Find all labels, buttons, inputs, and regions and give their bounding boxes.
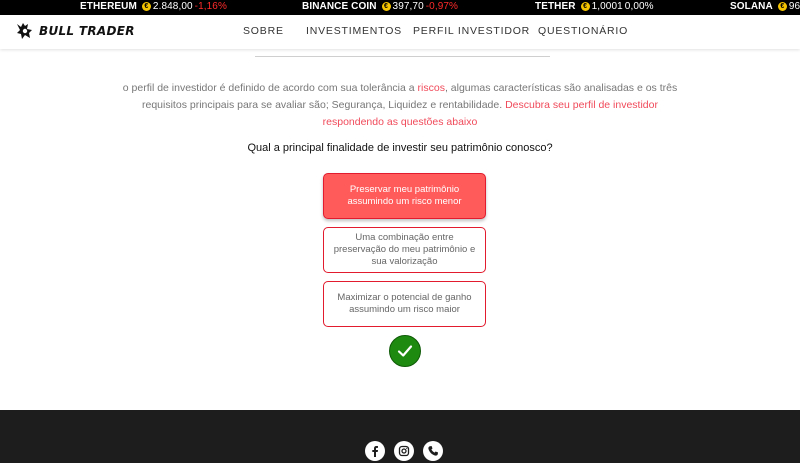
ticker-item-ethereum: ETHEREUM € 2.848,00 -1,16%	[80, 1, 227, 12]
answer-option-1[interactable]: Preservar meu patrimônio assumindo um ri…	[323, 173, 486, 219]
ticker-change: -1,16%	[194, 1, 227, 12]
site-header: BULL TRADER SOBRE INVESTIMENTOS PERFIL I…	[0, 15, 800, 49]
bull-head-icon	[17, 23, 32, 39]
ticker-change: 0,00%	[624, 1, 654, 12]
nav-perfil-investidor[interactable]: PERFIL INVESTIDOR	[413, 25, 530, 37]
answer-option-3[interactable]: Maximizar o potencial de ganho assumindo…	[323, 281, 486, 327]
facebook-link[interactable]	[365, 441, 385, 461]
ticker-price: 1,0001	[591, 1, 623, 12]
ticker-item-solana: SOLANA € 96,20	[730, 1, 800, 12]
answer-option-2[interactable]: Uma combinação entre preservação do meu …	[323, 227, 486, 273]
section-divider	[255, 56, 550, 57]
euro-icon: €	[141, 2, 151, 11]
brand-logo[interactable]: BULL TRADER	[14, 20, 135, 42]
ticker-name: SOLANA	[730, 1, 773, 12]
ticker-name: BINANCE COIN	[302, 1, 377, 12]
ticker-item-binance-coin: BINANCE COIN € 397,70 -0,97%	[302, 1, 458, 12]
instagram-link[interactable]	[394, 441, 414, 461]
nav-investimentos[interactable]: INVESTIMENTOS	[306, 25, 402, 37]
nav-questionario[interactable]: QUESTIONÁRIO	[538, 25, 628, 37]
question-title: Qual a principal finalidade de investir …	[247, 142, 553, 154]
phone-link[interactable]	[423, 441, 443, 461]
intro-part1: o perfil de investidor é definido de aco…	[122, 82, 418, 94]
ticker-name: ETHEREUM	[80, 1, 137, 12]
ticker-price: 397,70	[392, 1, 424, 12]
checkmark-icon	[397, 345, 413, 357]
nav-sobre[interactable]: SOBRE	[243, 25, 284, 37]
intro-text: o perfil de investidor é definido de aco…	[120, 80, 680, 131]
facebook-icon	[372, 446, 378, 457]
brand-name: BULL TRADER	[39, 24, 135, 38]
instagram-icon	[398, 445, 410, 457]
ticker-price: 96,20	[788, 1, 800, 12]
ticker-price: 2.848,00	[152, 1, 193, 12]
crypto-ticker: ETHEREUM € 2.848,00 -1,16% BINANCE COIN …	[0, 0, 800, 15]
intro-risk-link: riscos	[417, 82, 445, 94]
euro-icon: €	[777, 2, 787, 11]
euro-icon: €	[381, 2, 391, 11]
ticker-item-tether: TETHER € 1,0001 0,00%	[535, 1, 654, 12]
ticker-change: -0,97%	[425, 1, 459, 12]
site-footer	[0, 410, 800, 463]
ticker-name: TETHER	[535, 1, 576, 12]
euro-icon: €	[580, 2, 590, 11]
confirm-button[interactable]	[389, 335, 421, 367]
phone-icon	[428, 446, 438, 456]
